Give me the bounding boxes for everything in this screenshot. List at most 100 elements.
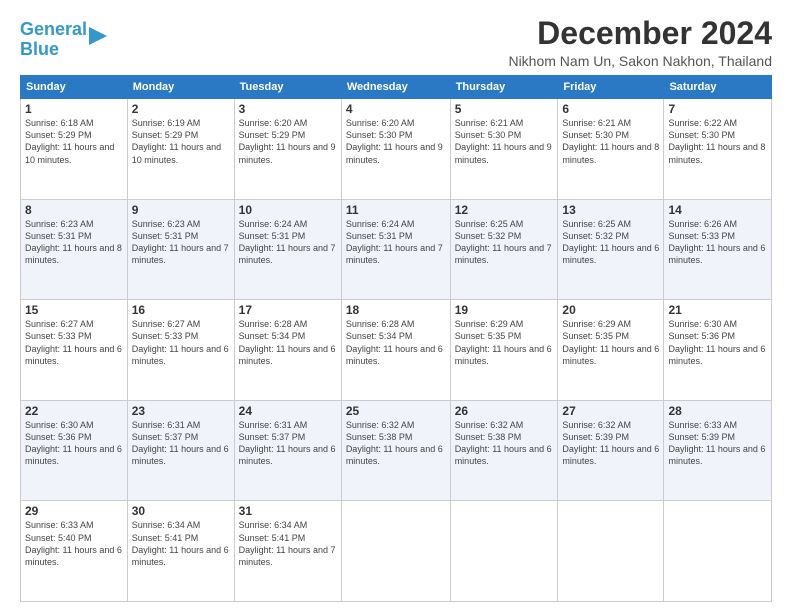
day-info: Sunrise: 6:27 AM Sunset: 5:33 PM Dayligh…: [25, 318, 123, 367]
day-info: Sunrise: 6:27 AM Sunset: 5:33 PM Dayligh…: [132, 318, 230, 367]
day-info: Sunrise: 6:26 AM Sunset: 5:33 PM Dayligh…: [668, 218, 767, 267]
logo-text: GeneralBlue: [20, 20, 87, 60]
day-number: 3: [239, 102, 337, 116]
day-number: 29: [25, 504, 123, 518]
table-row: 7 Sunrise: 6:22 AM Sunset: 5:30 PM Dayli…: [664, 99, 772, 200]
table-row: 12 Sunrise: 6:25 AM Sunset: 5:32 PM Dayl…: [450, 199, 558, 300]
calendar-week-row: 8 Sunrise: 6:23 AM Sunset: 5:31 PM Dayli…: [21, 199, 772, 300]
header-wednesday: Wednesday: [341, 76, 450, 99]
table-row: 3 Sunrise: 6:20 AM Sunset: 5:29 PM Dayli…: [234, 99, 341, 200]
table-row: [341, 501, 450, 602]
day-info: Sunrise: 6:34 AM Sunset: 5:41 PM Dayligh…: [239, 519, 337, 568]
table-row: 8 Sunrise: 6:23 AM Sunset: 5:31 PM Dayli…: [21, 199, 128, 300]
day-info: Sunrise: 6:31 AM Sunset: 5:37 PM Dayligh…: [239, 419, 337, 468]
day-info: Sunrise: 6:19 AM Sunset: 5:29 PM Dayligh…: [132, 117, 230, 166]
table-row: 15 Sunrise: 6:27 AM Sunset: 5:33 PM Dayl…: [21, 300, 128, 401]
table-row: [664, 501, 772, 602]
day-info: Sunrise: 6:24 AM Sunset: 5:31 PM Dayligh…: [239, 218, 337, 267]
table-row: 22 Sunrise: 6:30 AM Sunset: 5:36 PM Dayl…: [21, 400, 128, 501]
header-thursday: Thursday: [450, 76, 558, 99]
table-row: 5 Sunrise: 6:21 AM Sunset: 5:30 PM Dayli…: [450, 99, 558, 200]
day-number: 25: [346, 404, 446, 418]
day-number: 10: [239, 203, 337, 217]
day-number: 16: [132, 303, 230, 317]
table-row: 29 Sunrise: 6:33 AM Sunset: 5:40 PM Dayl…: [21, 501, 128, 602]
table-row: [450, 501, 558, 602]
calendar-week-row: 22 Sunrise: 6:30 AM Sunset: 5:36 PM Dayl…: [21, 400, 772, 501]
table-row: 26 Sunrise: 6:32 AM Sunset: 5:38 PM Dayl…: [450, 400, 558, 501]
day-info: Sunrise: 6:23 AM Sunset: 5:31 PM Dayligh…: [132, 218, 230, 267]
day-number: 9: [132, 203, 230, 217]
table-row: 28 Sunrise: 6:33 AM Sunset: 5:39 PM Dayl…: [664, 400, 772, 501]
day-number: 22: [25, 404, 123, 418]
table-row: 10 Sunrise: 6:24 AM Sunset: 5:31 PM Dayl…: [234, 199, 341, 300]
day-number: 24: [239, 404, 337, 418]
header-tuesday: Tuesday: [234, 76, 341, 99]
table-row: 13 Sunrise: 6:25 AM Sunset: 5:32 PM Dayl…: [558, 199, 664, 300]
month-title: December 2024: [508, 16, 772, 51]
day-number: 11: [346, 203, 446, 217]
table-row: 9 Sunrise: 6:23 AM Sunset: 5:31 PM Dayli…: [127, 199, 234, 300]
day-number: 15: [25, 303, 123, 317]
table-row: 30 Sunrise: 6:34 AM Sunset: 5:41 PM Dayl…: [127, 501, 234, 602]
day-info: Sunrise: 6:18 AM Sunset: 5:29 PM Dayligh…: [25, 117, 123, 166]
logo: GeneralBlue: [20, 20, 107, 60]
day-info: Sunrise: 6:32 AM Sunset: 5:38 PM Dayligh…: [346, 419, 446, 468]
day-info: Sunrise: 6:28 AM Sunset: 5:34 PM Dayligh…: [239, 318, 337, 367]
day-number: 27: [562, 404, 659, 418]
table-row: 19 Sunrise: 6:29 AM Sunset: 5:35 PM Dayl…: [450, 300, 558, 401]
day-info: Sunrise: 6:21 AM Sunset: 5:30 PM Dayligh…: [562, 117, 659, 166]
day-number: 18: [346, 303, 446, 317]
day-number: 13: [562, 203, 659, 217]
day-number: 19: [455, 303, 554, 317]
calendar-week-row: 1 Sunrise: 6:18 AM Sunset: 5:29 PM Dayli…: [21, 99, 772, 200]
day-info: Sunrise: 6:24 AM Sunset: 5:31 PM Dayligh…: [346, 218, 446, 267]
table-row: 18 Sunrise: 6:28 AM Sunset: 5:34 PM Dayl…: [341, 300, 450, 401]
table-row: 11 Sunrise: 6:24 AM Sunset: 5:31 PM Dayl…: [341, 199, 450, 300]
table-row: 17 Sunrise: 6:28 AM Sunset: 5:34 PM Dayl…: [234, 300, 341, 401]
table-row: 23 Sunrise: 6:31 AM Sunset: 5:37 PM Dayl…: [127, 400, 234, 501]
day-info: Sunrise: 6:32 AM Sunset: 5:38 PM Dayligh…: [455, 419, 554, 468]
day-number: 7: [668, 102, 767, 116]
table-row: 31 Sunrise: 6:34 AM Sunset: 5:41 PM Dayl…: [234, 501, 341, 602]
table-row: 1 Sunrise: 6:18 AM Sunset: 5:29 PM Dayli…: [21, 99, 128, 200]
day-number: 28: [668, 404, 767, 418]
calendar-table: Sunday Monday Tuesday Wednesday Thursday…: [20, 75, 772, 602]
location-title: Nikhom Nam Un, Sakon Nakhon, Thailand: [508, 53, 772, 69]
table-row: 2 Sunrise: 6:19 AM Sunset: 5:29 PM Dayli…: [127, 99, 234, 200]
day-info: Sunrise: 6:31 AM Sunset: 5:37 PM Dayligh…: [132, 419, 230, 468]
day-number: 14: [668, 203, 767, 217]
day-info: Sunrise: 6:20 AM Sunset: 5:30 PM Dayligh…: [346, 117, 446, 166]
day-info: Sunrise: 6:22 AM Sunset: 5:30 PM Dayligh…: [668, 117, 767, 166]
table-row: 27 Sunrise: 6:32 AM Sunset: 5:39 PM Dayl…: [558, 400, 664, 501]
day-info: Sunrise: 6:34 AM Sunset: 5:41 PM Dayligh…: [132, 519, 230, 568]
day-info: Sunrise: 6:32 AM Sunset: 5:39 PM Dayligh…: [562, 419, 659, 468]
calendar-header-row: Sunday Monday Tuesday Wednesday Thursday…: [21, 76, 772, 99]
table-row: 4 Sunrise: 6:20 AM Sunset: 5:30 PM Dayli…: [341, 99, 450, 200]
logo-arrow-icon: [89, 25, 107, 47]
day-info: Sunrise: 6:28 AM Sunset: 5:34 PM Dayligh…: [346, 318, 446, 367]
day-number: 5: [455, 102, 554, 116]
table-row: 25 Sunrise: 6:32 AM Sunset: 5:38 PM Dayl…: [341, 400, 450, 501]
day-number: 2: [132, 102, 230, 116]
day-number: 20: [562, 303, 659, 317]
table-row: 14 Sunrise: 6:26 AM Sunset: 5:33 PM Dayl…: [664, 199, 772, 300]
day-info: Sunrise: 6:33 AM Sunset: 5:40 PM Dayligh…: [25, 519, 123, 568]
day-info: Sunrise: 6:23 AM Sunset: 5:31 PM Dayligh…: [25, 218, 123, 267]
day-info: Sunrise: 6:30 AM Sunset: 5:36 PM Dayligh…: [668, 318, 767, 367]
day-number: 26: [455, 404, 554, 418]
header-saturday: Saturday: [664, 76, 772, 99]
page: GeneralBlue December 2024 Nikhom Nam Un,…: [0, 0, 792, 612]
day-info: Sunrise: 6:21 AM Sunset: 5:30 PM Dayligh…: [455, 117, 554, 166]
day-number: 23: [132, 404, 230, 418]
table-row: 16 Sunrise: 6:27 AM Sunset: 5:33 PM Dayl…: [127, 300, 234, 401]
table-row: [558, 501, 664, 602]
day-info: Sunrise: 6:25 AM Sunset: 5:32 PM Dayligh…: [562, 218, 659, 267]
day-number: 1: [25, 102, 123, 116]
day-number: 12: [455, 203, 554, 217]
day-number: 21: [668, 303, 767, 317]
day-number: 31: [239, 504, 337, 518]
day-info: Sunrise: 6:20 AM Sunset: 5:29 PM Dayligh…: [239, 117, 337, 166]
day-info: Sunrise: 6:29 AM Sunset: 5:35 PM Dayligh…: [455, 318, 554, 367]
day-info: Sunrise: 6:30 AM Sunset: 5:36 PM Dayligh…: [25, 419, 123, 468]
